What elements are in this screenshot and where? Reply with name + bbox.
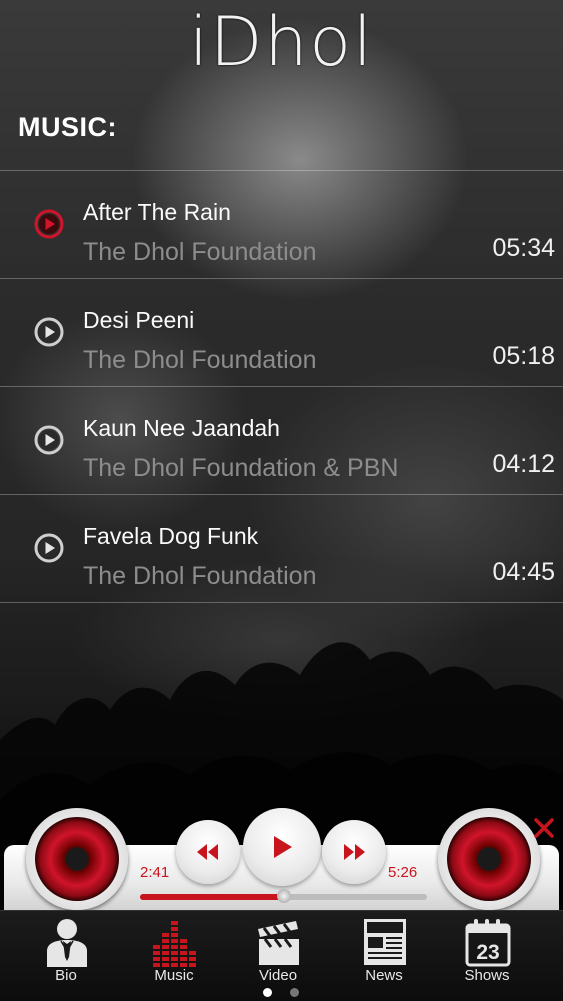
fast-forward-button[interactable] — [322, 820, 386, 884]
track-list: After The Rain The Dhol Foundation 05:34… — [0, 170, 563, 603]
rewind-icon — [197, 844, 218, 860]
page-indicator — [0, 988, 563, 1000]
tab-label: Video — [258, 967, 298, 984]
tab-bio[interactable]: Bio — [11, 911, 121, 987]
track-artist: The Dhol Foundation & PBN — [83, 454, 399, 482]
clapperboard-icon — [258, 921, 299, 965]
play-icon[interactable] — [34, 425, 64, 455]
newspaper-icon — [364, 919, 406, 965]
speaker-right-icon — [438, 808, 540, 910]
page-dot-active[interactable] — [263, 988, 272, 997]
svg-text:23: 23 — [476, 941, 499, 964]
track-artist: The Dhol Foundation — [83, 238, 317, 266]
track-title: Kaun Nee Jaandah — [83, 415, 280, 441]
track-row[interactable]: After The Rain The Dhol Foundation 05:34 — [0, 170, 563, 278]
track-duration: 04:12 — [492, 450, 555, 478]
app-logo: iDhol — [189, 3, 374, 82]
close-icon[interactable] — [532, 816, 556, 840]
tab-video[interactable]: Video — [223, 911, 333, 987]
speaker-left-icon — [26, 808, 128, 910]
progress-thumb[interactable] — [277, 889, 291, 903]
track-duration: 05:18 — [492, 342, 555, 370]
track-title: Favela Dog Funk — [83, 523, 259, 549]
tab-label: Bio — [55, 967, 77, 984]
track-title: Desi Peeni — [83, 307, 195, 333]
section-title: MUSIC: — [18, 112, 117, 142]
play-icon[interactable] — [34, 317, 64, 347]
tab-label: Shows — [464, 967, 510, 984]
track-duration: 05:34 — [492, 234, 555, 262]
play-button[interactable] — [243, 808, 321, 886]
play-icon[interactable] — [34, 209, 64, 239]
play-icon — [274, 836, 292, 858]
track-row[interactable]: Favela Dog Funk The Dhol Foundation 04:4… — [0, 494, 563, 603]
page-dot[interactable] — [290, 988, 299, 997]
progress-fill — [140, 894, 284, 900]
tab-label: Music — [154, 967, 194, 984]
play-icon[interactable] — [34, 533, 64, 563]
track-row[interactable]: Desi Peeni The Dhol Foundation 05:18 — [0, 278, 563, 386]
rewind-button[interactable] — [176, 820, 240, 884]
calendar-icon: 23 — [465, 919, 511, 967]
equalizer-icon — [153, 921, 196, 967]
elapsed-time: 2:41 — [140, 864, 170, 881]
person-icon — [47, 919, 87, 967]
track-title: After The Rain — [83, 199, 231, 225]
tab-music[interactable]: Music — [119, 911, 229, 987]
track-artist: The Dhol Foundation — [83, 562, 317, 590]
track-artist: The Dhol Foundation — [83, 346, 317, 374]
track-duration: 04:45 — [492, 558, 555, 586]
fast-forward-icon — [344, 844, 365, 860]
tab-label: News — [365, 967, 403, 984]
tab-shows[interactable]: 23 Shows — [432, 911, 542, 987]
total-time: 5:26 — [388, 864, 418, 881]
track-row[interactable]: Kaun Nee Jaandah The Dhol Foundation & P… — [0, 386, 563, 494]
tab-news[interactable]: News — [329, 911, 439, 987]
